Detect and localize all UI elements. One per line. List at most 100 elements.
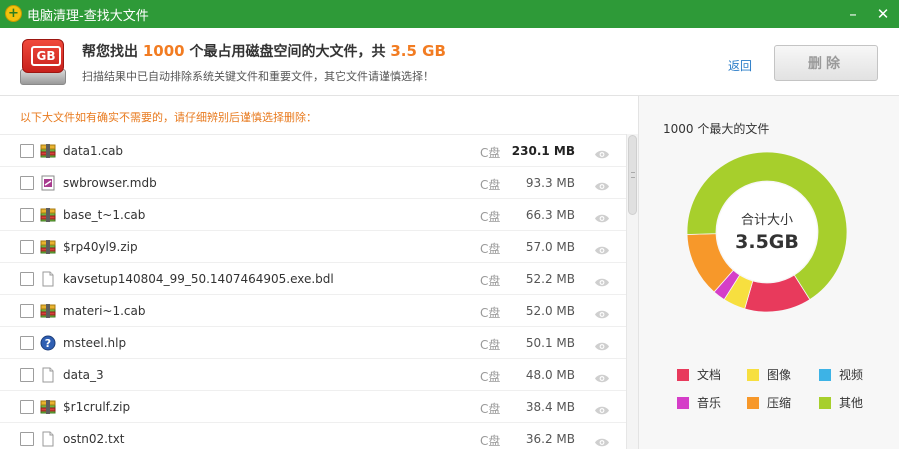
- file-checkbox[interactable]: [20, 272, 34, 286]
- legend-label: 视频: [839, 368, 864, 382]
- preview-eye-icon[interactable]: [594, 177, 610, 191]
- disk-gb-icon: GB: [20, 39, 66, 85]
- size-summary-panel: 1000 个最大的文件 合计大小 3.5GB 文档 图像 视频 音乐 压缩 其他: [638, 96, 899, 449]
- legend-swatch: [677, 368, 689, 381]
- file-size: 36.2 MB: [525, 432, 575, 446]
- file-drive: C盘: [480, 434, 501, 448]
- file-checkbox[interactable]: [20, 176, 34, 190]
- legend-item: 文档: [677, 366, 721, 383]
- summary-headline: 帮您找出 1000 个最占用磁盘空间的大文件，共 3.5 GB: [82, 42, 446, 60]
- list-scrollbar[interactable]: [626, 134, 638, 449]
- file-size: 38.4 MB: [525, 400, 575, 414]
- preview-eye-icon[interactable]: [594, 241, 610, 255]
- file-name: swbrowser.mdb: [63, 176, 157, 190]
- preview-eye-icon[interactable]: [594, 209, 610, 223]
- preview-eye-icon[interactable]: [594, 337, 610, 351]
- legend-swatch: [819, 396, 831, 409]
- file-row[interactable]: swbrowser.mdb C盘 93.3 MB: [0, 167, 626, 199]
- back-link[interactable]: 返回: [728, 57, 752, 74]
- close-button[interactable]: ✕: [868, 0, 898, 28]
- legend-label: 压缩: [767, 396, 792, 410]
- preview-eye-icon[interactable]: [594, 145, 610, 159]
- legend-swatch: [819, 368, 831, 381]
- file-list: data1.cab C盘 230.1 MB swbrowser.mdb C盘 93.3 M…: [0, 134, 626, 449]
- preview-eye-icon[interactable]: [594, 273, 610, 287]
- legend-item: 视频: [819, 366, 863, 383]
- file-row[interactable]: kavsetup140804_99_50.1407464905.exe.bdl C…: [0, 263, 626, 295]
- file-row[interactable]: ? msteel.hlp C盘 50.1 MB: [0, 327, 626, 359]
- preview-eye-icon[interactable]: [594, 401, 610, 415]
- file-row[interactable]: $rp40yl9.zip C盘 57.0 MB: [0, 231, 626, 263]
- file-row[interactable]: materi~1.cab C盘 52.0 MB: [0, 295, 626, 327]
- legend-swatch: [747, 396, 759, 409]
- window-title: 电脑清理-查找大文件: [27, 9, 149, 24]
- preview-eye-icon[interactable]: [594, 369, 610, 383]
- file-name: base_t~1.cab: [63, 208, 146, 222]
- file-drive: C盘: [480, 178, 501, 192]
- file-size: 93.3 MB: [525, 176, 575, 190]
- panel-title: 1000 个最大的文件: [663, 122, 770, 136]
- file-drive: C盘: [480, 274, 501, 288]
- scrollbar-thumb[interactable]: [628, 135, 637, 215]
- file-size: 66.3 MB: [525, 208, 575, 222]
- archive-icon: [40, 143, 56, 159]
- preview-eye-icon[interactable]: [594, 305, 610, 319]
- legend-label: 其他: [839, 396, 864, 410]
- blank-file-icon: [40, 367, 56, 383]
- file-row[interactable]: base_t~1.cab C盘 66.3 MB: [0, 199, 626, 231]
- file-checkbox[interactable]: [20, 336, 34, 350]
- file-checkbox[interactable]: [20, 144, 34, 158]
- file-name: data1.cab: [63, 144, 124, 158]
- archive-icon: [40, 399, 56, 415]
- delete-button[interactable]: 删除: [774, 45, 878, 81]
- file-checkbox[interactable]: [20, 400, 34, 414]
- summary-header: GB 帮您找出 1000 个最占用磁盘空间的大文件，共 3.5 GB 扫描结果中…: [0, 28, 899, 96]
- file-row[interactable]: data_3 C盘 48.0 MB: [0, 359, 626, 391]
- file-name: materi~1.cab: [63, 304, 146, 318]
- file-name: msteel.hlp: [63, 336, 127, 350]
- file-checkbox[interactable]: [20, 240, 34, 254]
- file-checkbox[interactable]: [20, 432, 34, 446]
- file-drive: C盘: [480, 146, 501, 160]
- help-file-icon: ?: [40, 335, 56, 351]
- file-drive: C盘: [480, 306, 501, 320]
- file-size: 230.1 MB: [511, 144, 575, 158]
- legend-item: 压缩: [747, 394, 791, 411]
- minimize-button[interactable]: –: [838, 0, 868, 28]
- file-size: 57.0 MB: [525, 240, 575, 254]
- blank-file-icon: [40, 431, 56, 447]
- file-size: 48.0 MB: [525, 368, 575, 382]
- file-row[interactable]: $r1crulf.zip C盘 38.4 MB: [0, 391, 626, 423]
- file-name: $r1crulf.zip: [63, 400, 131, 414]
- file-name: ostn02.txt: [63, 432, 125, 446]
- file-name: $rp40yl9.zip: [63, 240, 138, 254]
- file-checkbox[interactable]: [20, 304, 34, 318]
- file-drive: C盘: [480, 338, 501, 352]
- title-bar: + 电脑清理-查找大文件 – ✕: [0, 0, 899, 28]
- database-file-icon: [40, 175, 56, 191]
- file-name: data_3: [63, 368, 104, 382]
- file-size: 52.2 MB: [525, 272, 575, 286]
- legend-item: 其他: [819, 394, 863, 411]
- caution-notice: 以下大文件如有确实不需要的，请仔细辨别后谨慎选择删除：: [20, 111, 317, 124]
- file-checkbox[interactable]: [20, 208, 34, 222]
- legend-swatch: [677, 396, 689, 409]
- legend-label: 图像: [767, 368, 792, 382]
- archive-icon: [40, 303, 56, 319]
- file-drive: C盘: [480, 210, 501, 224]
- file-checkbox[interactable]: [20, 368, 34, 382]
- file-name: kavsetup140804_99_50.1407464905.exe.bdl: [63, 272, 334, 286]
- file-row[interactable]: ostn02.txt C盘 36.2 MB: [0, 423, 626, 449]
- file-drive: C盘: [480, 242, 501, 256]
- legend-swatch: [747, 368, 759, 381]
- file-size: 52.0 MB: [525, 304, 575, 318]
- total-size: 3.5 GB: [390, 42, 446, 60]
- summary-subline: 扫描结果中已自动排除系统关键文件和重要文件，其它文件请谨慎选择！: [82, 70, 434, 83]
- svg-text:?: ?: [45, 337, 51, 350]
- file-row[interactable]: data1.cab C盘 230.1 MB: [0, 135, 626, 167]
- file-drive: C盘: [480, 402, 501, 416]
- legend-item: 图像: [747, 366, 791, 383]
- donut-label: 合计大小: [740, 213, 793, 228]
- legend-item: 音乐: [677, 394, 721, 411]
- preview-eye-icon[interactable]: [594, 433, 610, 447]
